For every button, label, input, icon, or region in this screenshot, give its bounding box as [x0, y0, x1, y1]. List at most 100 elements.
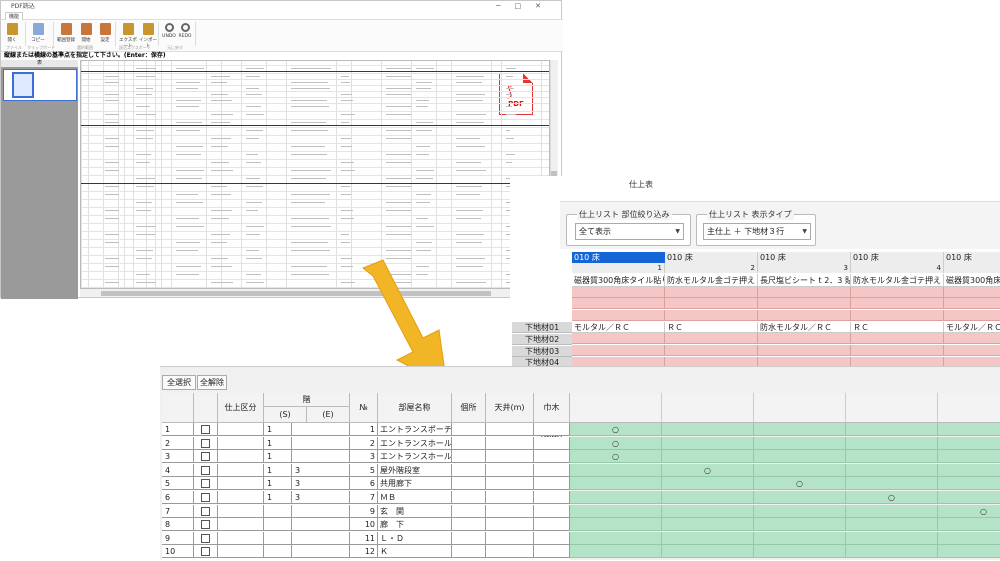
finish-mark-cell[interactable]	[938, 450, 1000, 464]
finish-mark-cell[interactable]	[938, 491, 1000, 504]
row-select-cell[interactable]	[194, 477, 218, 491]
finish-mark-cell[interactable]	[662, 477, 754, 491]
finish-mark-cell[interactable]	[570, 463, 662, 477]
row-checkbox[interactable]	[201, 452, 210, 462]
finish-mark-cell[interactable]	[662, 450, 754, 464]
empty-cell[interactable]	[665, 298, 758, 309]
finish-type-cell[interactable]	[218, 504, 264, 518]
finish-mark-cell[interactable]	[846, 504, 938, 518]
base-material-4[interactable]: ＲＣ	[851, 322, 944, 333]
finish-type-cell[interactable]	[218, 436, 264, 450]
finish-type-cell[interactable]	[218, 518, 264, 532]
count-cell[interactable]	[452, 463, 486, 477]
finish-mark-cell[interactable]	[754, 545, 846, 559]
deselect-all-button[interactable]: 全解除	[197, 375, 227, 390]
ceiling-cell[interactable]	[486, 491, 534, 504]
finish-mark[interactable]: ○	[938, 504, 1000, 518]
empty-cell[interactable]	[665, 310, 758, 321]
finish-mark-cell[interactable]	[754, 504, 846, 518]
empty-cell[interactable]	[944, 287, 1000, 298]
empty-cell[interactable]	[944, 310, 1000, 321]
finish-mark-cell[interactable]	[754, 436, 846, 450]
finish-mark-cell[interactable]	[846, 518, 938, 532]
finish-mark-cell[interactable]	[754, 463, 846, 477]
finish-mark[interactable]: ○	[570, 450, 662, 464]
floor-end-cell[interactable]	[292, 518, 350, 532]
finish-name-4[interactable]: 防水モルタル金ゴテ押え	[851, 274, 944, 287]
row-checkbox[interactable]	[201, 533, 210, 543]
floor-end-cell[interactable]	[292, 545, 350, 559]
count-cell[interactable]	[452, 518, 486, 532]
empty-cell[interactable]	[665, 345, 758, 356]
room-name-cell[interactable]: 玄 関	[378, 504, 452, 518]
open-button[interactable]: 開く	[3, 23, 21, 43]
baseboard-cell[interactable]	[534, 491, 570, 504]
filter-select[interactable]: 全て表示 ▼	[575, 223, 684, 240]
ceiling-cell[interactable]	[486, 450, 534, 464]
floor-start-cell[interactable]	[264, 518, 292, 532]
finish-name-3[interactable]: 長尺塩ビシート t 2．3 貼り	[758, 274, 851, 287]
settings-button[interactable]: 設定	[96, 23, 114, 43]
empty-cell[interactable]	[758, 287, 851, 298]
finish-mark-cell[interactable]	[938, 423, 1000, 436]
room-number-cell[interactable]: 3	[350, 450, 378, 464]
base-material-1[interactable]: モルタル／ＲＣ	[572, 322, 665, 333]
finish-name-2[interactable]: 防水モルタル金ゴテ押え t=30	[665, 274, 758, 287]
baseboard-cell[interactable]	[534, 450, 570, 464]
room-name-cell[interactable]: ＭＢ	[378, 491, 452, 504]
floor-start-cell[interactable]: 1	[264, 491, 292, 504]
room-name-cell[interactable]: エントランスホール（メールＢＯＸ	[378, 450, 452, 464]
empty-cell[interactable]	[758, 345, 851, 356]
baseboard-cell[interactable]	[534, 423, 570, 436]
finish-mark-cell[interactable]	[846, 463, 938, 477]
row-select-cell[interactable]	[194, 423, 218, 436]
finish-mark[interactable]: ○	[570, 423, 662, 436]
start-button[interactable]: 開始	[77, 23, 95, 43]
floor-end-cell[interactable]	[292, 436, 350, 450]
finish-name-1[interactable]: 磁器質300角床タイル貼り	[572, 274, 665, 287]
finish-mark-cell[interactable]	[846, 450, 938, 464]
finish-mark-cell[interactable]	[846, 423, 938, 436]
finish-mark-cell[interactable]	[662, 436, 754, 450]
finish-mark-cell[interactable]	[754, 423, 846, 436]
finish-mark-cell[interactable]	[570, 518, 662, 532]
row-checkbox[interactable]	[201, 493, 210, 502]
column-code-1[interactable]: 010 床	[572, 252, 665, 263]
row-select-cell[interactable]	[194, 436, 218, 450]
row-select-cell[interactable]	[194, 463, 218, 477]
baseboard-cell[interactable]	[534, 531, 570, 545]
row-checkbox[interactable]	[201, 547, 210, 557]
count-cell[interactable]	[452, 436, 486, 450]
finish-type-cell[interactable]	[218, 477, 264, 491]
base-material-2[interactable]: ＲＣ	[665, 322, 758, 333]
room-name-cell[interactable]: 廊 下	[378, 518, 452, 532]
room-number-cell[interactable]: 5	[350, 463, 378, 477]
finish-mark-cell[interactable]	[938, 545, 1000, 559]
finish-mark-cell[interactable]	[938, 531, 1000, 545]
empty-cell[interactable]	[572, 310, 665, 321]
count-cell[interactable]	[452, 545, 486, 559]
finish-type-cell[interactable]	[218, 491, 264, 504]
row-select-cell[interactable]	[194, 545, 218, 559]
floor-start-cell[interactable]: 1	[264, 423, 292, 436]
select-all-button[interactable]: 全選択	[162, 375, 196, 390]
finish-mark-cell[interactable]	[570, 531, 662, 545]
floor-start-cell[interactable]: 1	[264, 450, 292, 464]
finish-type-cell[interactable]	[218, 545, 264, 559]
redo-button[interactable]: REDO	[176, 23, 194, 39]
finish-mark-cell[interactable]	[662, 504, 754, 518]
floor-start-cell[interactable]: 1	[264, 436, 292, 450]
room-number-cell[interactable]: 1	[350, 423, 378, 436]
finish-mark-cell[interactable]	[662, 518, 754, 532]
base-material-5[interactable]: モルタル／ＲＣ	[944, 322, 1000, 333]
room-number-cell[interactable]: 2	[350, 436, 378, 450]
display-type-select[interactable]: 主仕上 ＋ 下地材３行 ▼	[703, 223, 811, 240]
finish-mark-cell[interactable]	[846, 436, 938, 450]
floor-end-cell[interactable]	[292, 450, 350, 464]
ceiling-cell[interactable]	[486, 436, 534, 450]
row-checkbox[interactable]	[201, 465, 210, 475]
count-cell[interactable]	[452, 450, 486, 464]
finish-mark-cell[interactable]	[662, 545, 754, 559]
ceiling-cell[interactable]	[486, 463, 534, 477]
finish-mark-cell[interactable]	[846, 545, 938, 559]
